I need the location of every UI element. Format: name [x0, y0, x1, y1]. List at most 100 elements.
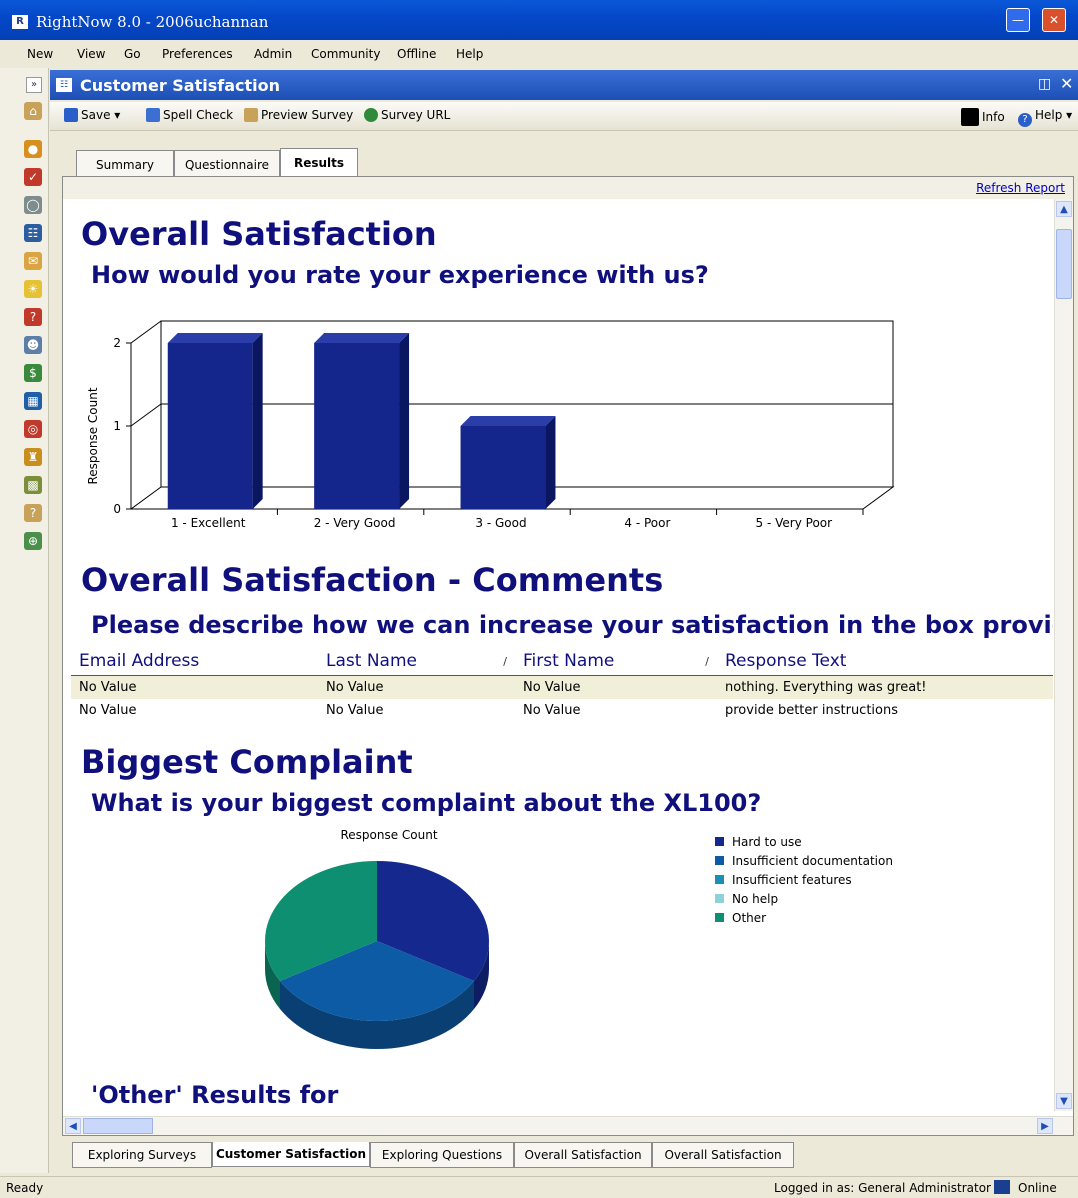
doc-tab-exploring-surveys[interactable]: Exploring Surveys: [72, 1142, 212, 1168]
bar-top: [314, 333, 410, 343]
biggest-complaint-question: What is your biggest complaint about the…: [91, 789, 762, 817]
legend-swatch: [715, 856, 724, 865]
column-response-label: Response Text: [725, 651, 847, 671]
menu-go[interactable]: Go: [124, 47, 141, 61]
status-text: Ready: [6, 1181, 44, 1195]
scroll-thumb[interactable]: [1056, 229, 1072, 299]
headset-icon[interactable]: ◯: [24, 196, 42, 214]
menu-view[interactable]: View: [77, 47, 105, 61]
organizations-icon[interactable]: ♜: [24, 448, 42, 466]
tab-summary[interactable]: Summary: [76, 150, 174, 177]
legend-item: Other: [715, 911, 893, 930]
logged-in-status: Logged in as: General Administrator: [774, 1181, 991, 1195]
restore-document-icon[interactable]: ◫: [1038, 76, 1051, 92]
tasks-icon[interactable]: ✓: [24, 168, 42, 186]
survey-url-button[interactable]: Survey URL: [364, 108, 450, 122]
pie-title: Response Count: [340, 828, 437, 842]
biggest-complaint-heading: Biggest Complaint: [81, 743, 413, 781]
first-name-cell: No Value: [523, 703, 581, 718]
legend-label: Insufficient features: [732, 873, 852, 887]
legend-item: Insufficient features: [715, 873, 893, 892]
app-logo-icon: R: [12, 15, 28, 29]
info-button[interactable]: Info: [961, 108, 1005, 126]
menu-preferences[interactable]: Preferences: [162, 47, 233, 61]
menu-help[interactable]: Help: [456, 47, 483, 61]
horizontal-scrollbar[interactable]: ◀ ▶: [63, 1116, 1073, 1135]
scroll-down-icon[interactable]: ▼: [1056, 1093, 1072, 1109]
survey-url-label: Survey URL: [381, 108, 451, 122]
tab-questionnaire[interactable]: Questionnaire: [174, 150, 280, 177]
gridline-diagonal: [130, 403, 162, 427]
doc-tab-exploring-questions[interactable]: Exploring Questions: [370, 1142, 514, 1168]
report-content: Overall Satisfaction How would you rate …: [63, 199, 1053, 1111]
y-tick-label: 1: [113, 419, 121, 433]
help-button[interactable]: ? Help ▾: [1018, 108, 1072, 127]
window-titlebar: R RightNow 8.0 - 2006uchannan — ✕: [0, 0, 1078, 40]
minimize-button[interactable]: —: [1006, 8, 1030, 32]
y-axis-top-line: [130, 320, 162, 344]
bar-side: [252, 333, 263, 509]
document-title: Customer Satisfaction: [80, 76, 281, 95]
save-label: Save: [81, 108, 111, 122]
horizontal-scroll-thumb[interactable]: [83, 1118, 153, 1134]
legend-label: Hard to use: [732, 835, 802, 849]
close-window-button[interactable]: ✕: [1042, 8, 1066, 32]
questions-icon[interactable]: ?: [24, 308, 42, 326]
doc-tab-overall-satisfaction-1[interactable]: Overall Satisfaction: [514, 1142, 652, 1168]
status-bar: Ready Logged in as: General Administrato…: [0, 1176, 1078, 1198]
search-add-icon[interactable]: ⊕: [24, 532, 42, 550]
mail-icon[interactable]: ✉: [24, 252, 42, 270]
scroll-up-icon[interactable]: ▲: [1056, 201, 1072, 217]
sort-indicator-icon: /: [705, 655, 709, 668]
report-options-bar: Refresh Report: [63, 177, 1073, 199]
contacts-icon[interactable]: ●: [24, 140, 42, 158]
comments-header-row: Email Address Last Name / First Name / Res…: [71, 649, 1053, 676]
preview-survey-label: Preview Survey: [261, 108, 354, 122]
survey-doc-icon[interactable]: ?: [24, 504, 42, 522]
legend-item: Insufficient documentation: [715, 854, 893, 873]
preview-survey-button[interactable]: Preview Survey: [244, 108, 353, 122]
comments-question: Please describe how we can increase your…: [91, 611, 1053, 639]
spell-check-button[interactable]: Spell Check: [146, 108, 233, 122]
pie-legend: Hard to use Insufficient documentation Ins…: [715, 835, 893, 930]
close-document-icon[interactable]: ✕: [1060, 74, 1073, 93]
last-name-cell: No Value: [326, 703, 384, 718]
contact-card-icon[interactable]: ☷: [24, 224, 42, 242]
menu-new[interactable]: New: [27, 47, 53, 61]
map-icon[interactable]: ▦: [24, 392, 42, 410]
column-last-name[interactable]: Last Name /: [318, 649, 515, 676]
info-icon: [961, 108, 979, 126]
doc-tab-overall-satisfaction-2[interactable]: Overall Satisfaction: [652, 1142, 794, 1168]
column-email-label: Email Address: [79, 651, 200, 671]
menu-bar: New View Go Preferences Admin Community …: [0, 40, 1078, 68]
column-first-name[interactable]: First Name /: [515, 649, 717, 676]
answers-lightbulb-icon[interactable]: ☀: [24, 280, 42, 298]
last-name-cell: No Value: [318, 675, 515, 699]
home-icon[interactable]: ⌂: [24, 102, 42, 120]
x-tick-label: 5 - Very Poor: [756, 516, 833, 530]
campaign-target-icon[interactable]: ◎: [24, 420, 42, 438]
globe-icon: [364, 108, 378, 122]
scroll-right-icon[interactable]: ▶: [1037, 1118, 1053, 1134]
vertical-scrollbar[interactable]: ▲ ▼: [1054, 199, 1073, 1111]
table-row[interactable]: No Value No Value No Value nothing. Ever…: [71, 675, 1053, 699]
tab-results[interactable]: Results: [280, 148, 358, 177]
column-response-text[interactable]: Response Text: [717, 649, 1053, 676]
comments-table: Email Address Last Name / First Name / Res…: [71, 649, 1053, 722]
doc-tab-customer-satisfaction[interactable]: Customer Satisfaction: [212, 1142, 370, 1167]
bar-side: [399, 333, 410, 509]
table-row[interactable]: No Value No Value No Value provide bette…: [71, 699, 1053, 722]
x-tick-label: 2 - Very Good: [314, 516, 396, 530]
menu-community[interactable]: Community: [311, 47, 380, 61]
save-button[interactable]: Save ▾: [64, 108, 120, 122]
reports-icon[interactable]: ▩: [24, 476, 42, 494]
expand-sidebar-icon[interactable]: »: [26, 77, 42, 93]
email-cell: No Value: [71, 675, 318, 699]
menu-offline[interactable]: Offline: [397, 47, 436, 61]
staff-icon[interactable]: ☻: [24, 336, 42, 354]
opportunities-icon[interactable]: $: [24, 364, 42, 382]
refresh-report-link[interactable]: Refresh Report: [976, 181, 1065, 195]
column-email-address[interactable]: Email Address: [71, 649, 318, 676]
scroll-left-icon[interactable]: ◀: [65, 1118, 81, 1134]
menu-admin[interactable]: Admin: [254, 47, 292, 61]
